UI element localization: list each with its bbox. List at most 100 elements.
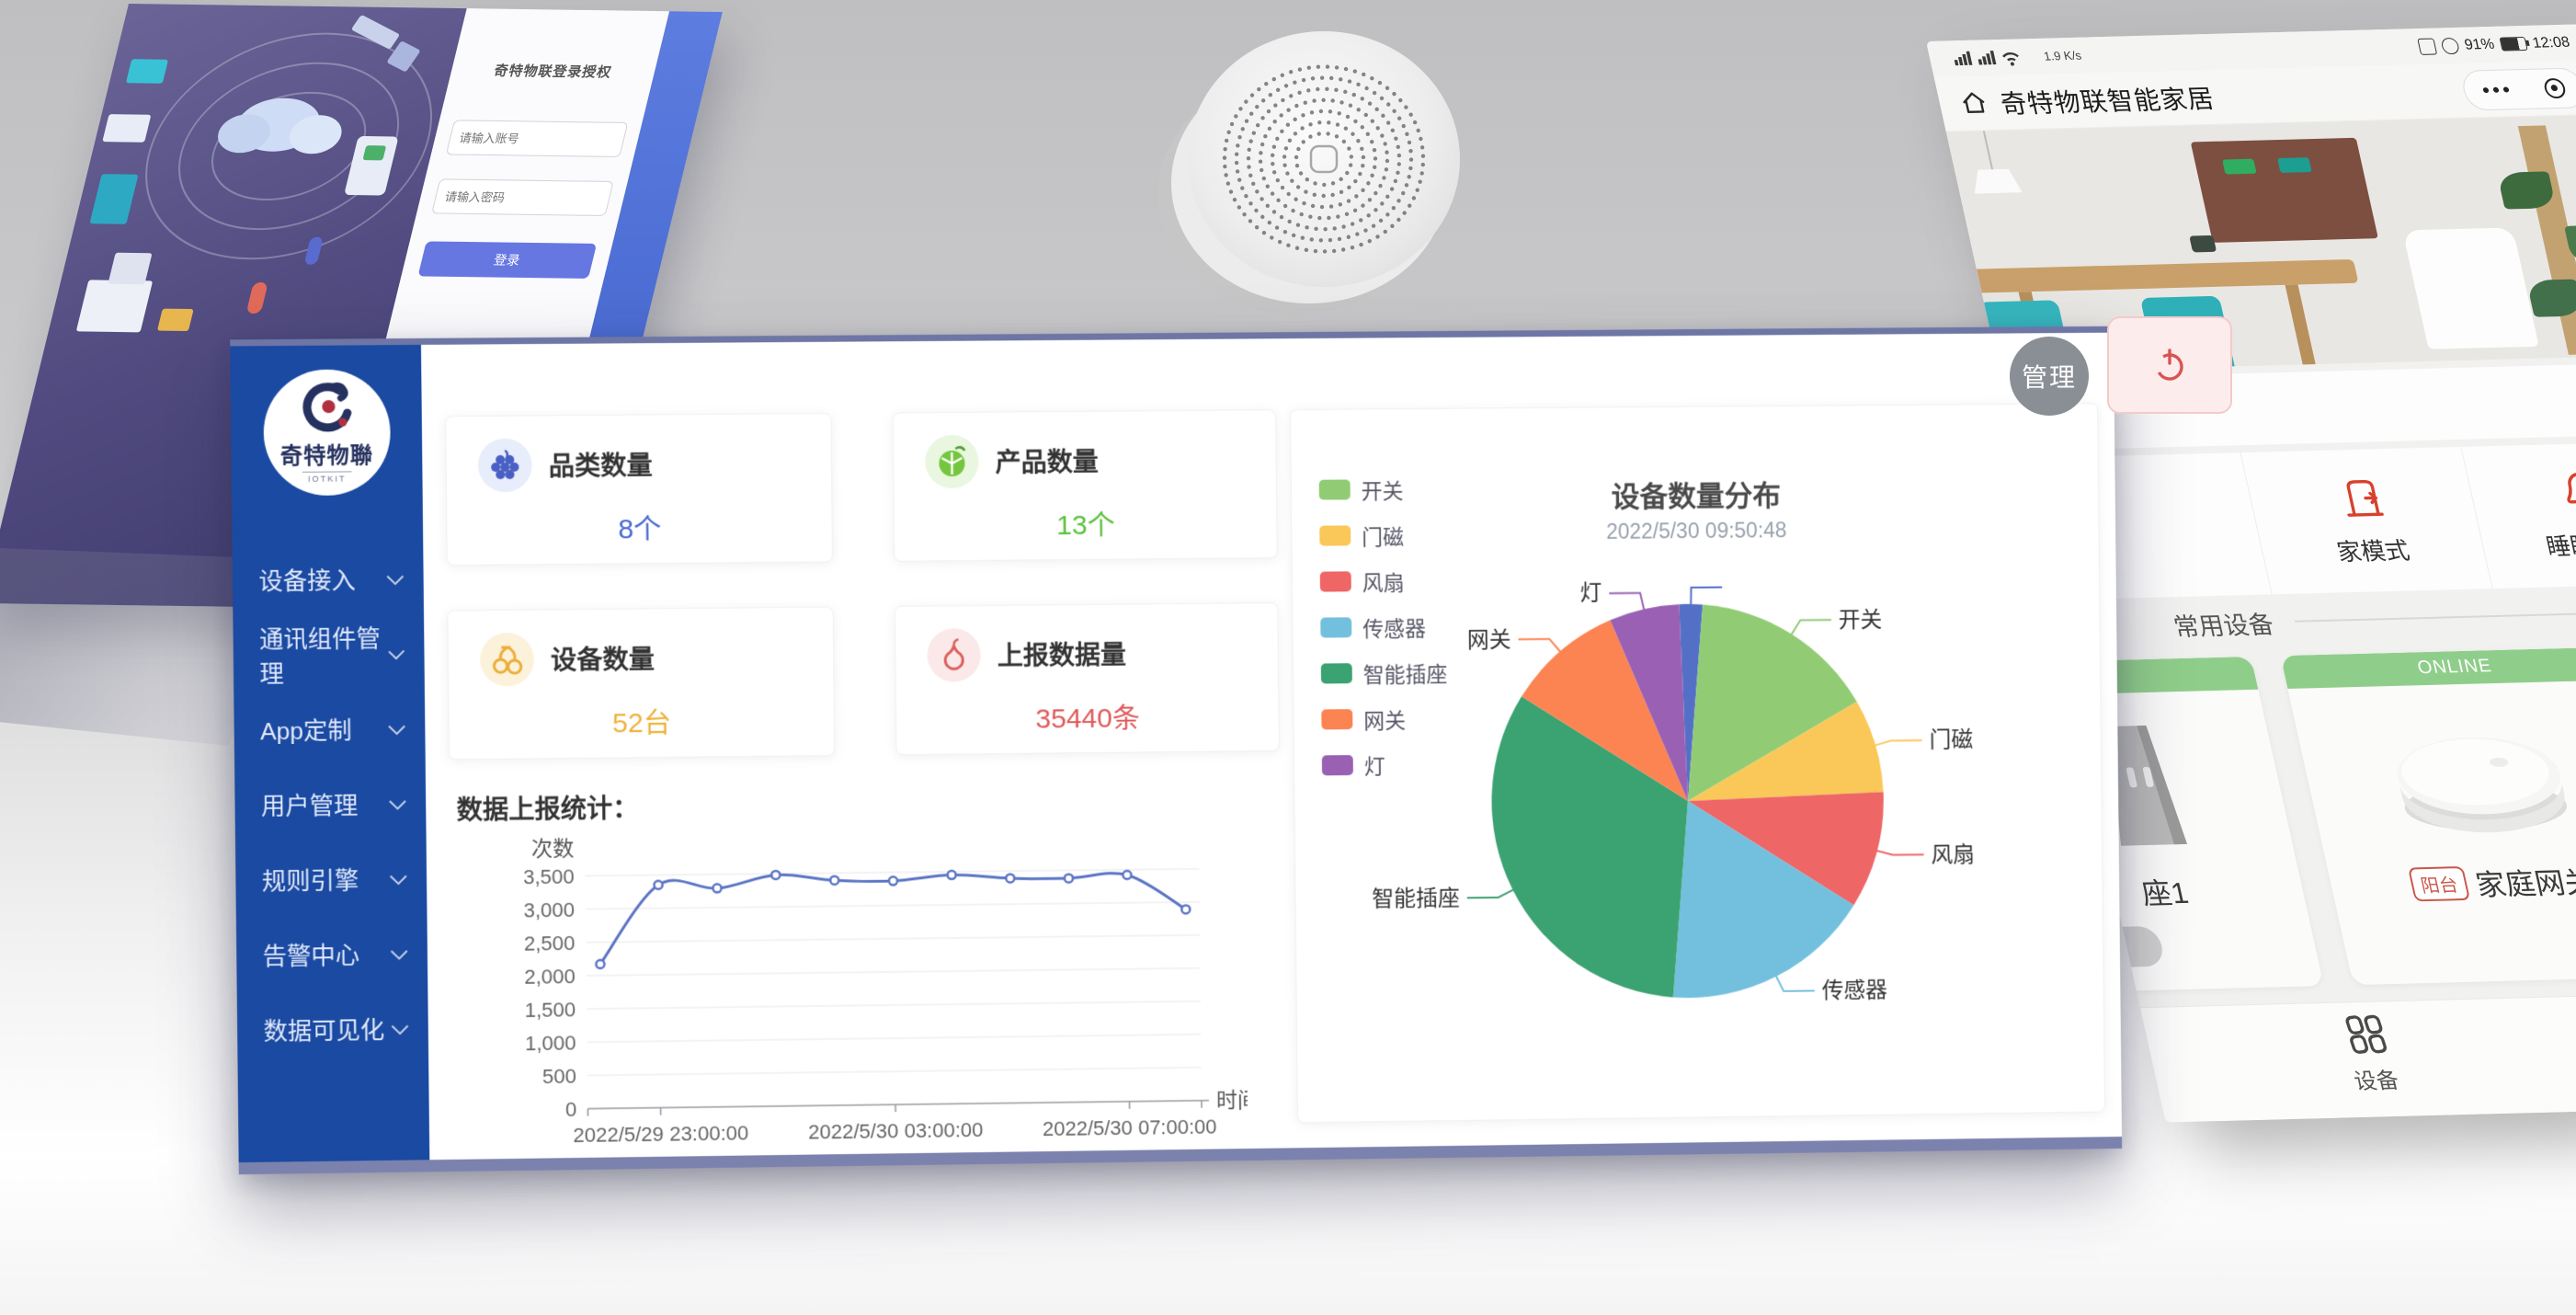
battery-percent: 91% — [2463, 36, 2496, 53]
device-name: 座1 — [2137, 870, 2192, 913]
chevron-down-icon — [387, 568, 405, 586]
tab-devices[interactable]: 设备 — [2261, 1011, 2481, 1097]
miniprogram-capsule — [2459, 67, 2576, 110]
svg-text:次数: 次数 — [531, 836, 575, 861]
report-line-chart: 05001,0001,5002,0002,5003,0003,500次数时间20… — [460, 824, 1248, 1151]
pie-slice-label: 传感器 — [1822, 978, 1887, 1004]
svg-text:2022/5/30 03:00:00: 2022/5/30 03:00:00 — [808, 1118, 984, 1144]
password-input[interactable] — [431, 178, 614, 216]
account-input[interactable] — [445, 120, 628, 157]
power-button[interactable] — [2107, 316, 2232, 414]
grid-icon — [2341, 1012, 2392, 1056]
logo-subtext: IOTKIT — [302, 471, 352, 484]
cup — [2189, 235, 2217, 253]
stat-label: 上报数据量 — [997, 635, 1127, 673]
chevron-down-icon — [392, 1018, 409, 1035]
device-card-gateway[interactable]: ONLINE 阳台 家庭网关 — [2280, 646, 2576, 985]
line-chart-point — [889, 876, 897, 885]
smart-speaker-photo — [1151, 26, 1491, 320]
tab-label: 设备 — [2350, 1062, 2401, 1095]
power-icon — [2149, 345, 2190, 385]
tab-me[interactable]: 我 — [2537, 1003, 2576, 1090]
stat-card-products: 产品数量 13个 — [893, 409, 1278, 562]
line-chart-point — [1065, 875, 1073, 883]
svg-text:2,500: 2,500 — [524, 932, 576, 955]
sidebar-item-6[interactable]: 数据可见化 — [237, 990, 429, 1068]
mode-button-home[interactable]: 家模式 — [2240, 447, 2492, 594]
close-circle-icon[interactable] — [2542, 77, 2567, 97]
more-icon[interactable] — [2482, 86, 2509, 93]
pie-slice-label: 灯 — [1579, 581, 1601, 606]
sidebar-item-3[interactable]: 用户管理 — [234, 766, 427, 843]
sidebar-item-0[interactable]: 设备接入 — [233, 541, 425, 617]
chevron-down-icon — [388, 644, 405, 660]
stat-value: 13个 — [895, 500, 1277, 544]
chevron-down-icon — [388, 718, 405, 736]
status-time: 12:08 — [2531, 34, 2571, 51]
manage-badge[interactable]: 管理 — [2010, 337, 2089, 416]
white-chair — [2402, 227, 2539, 349]
table-top — [1967, 259, 2359, 293]
sidebar-item-5[interactable]: 告警中心 — [236, 916, 428, 993]
person-shape — [246, 282, 268, 314]
section-divider — [2295, 609, 2576, 623]
device-name: 家庭网关 — [2471, 859, 2576, 904]
sidebar-item-2[interactable]: App定制 — [234, 691, 426, 768]
line-chart-point — [1181, 905, 1190, 913]
mode-label: 睡眠模式 — [2543, 526, 2576, 563]
speaker-top — [1188, 31, 1460, 287]
cabinet-bowl — [2277, 157, 2312, 173]
sidebar-item-1[interactable]: 通讯组件管理 — [233, 616, 425, 693]
app-title: 奇特物联智能家居 — [1997, 79, 2218, 121]
line-chart-point — [948, 871, 956, 879]
pear-icon — [927, 628, 981, 682]
cherry-icon — [480, 633, 534, 687]
cabinet — [2191, 138, 2378, 243]
lime-icon — [925, 435, 979, 489]
cabinet-bowl — [2222, 159, 2257, 175]
line-chart-point — [1123, 871, 1131, 879]
mode-label: 家模式 — [2333, 532, 2412, 567]
building-shape — [108, 253, 152, 285]
gateway-illustration — [2356, 695, 2576, 847]
sidebar-item-label: 告警中心 — [262, 937, 359, 973]
svg-text:2,000: 2,000 — [524, 965, 576, 989]
pie-slice-label: 风扇 — [1931, 842, 1975, 867]
net-speed-text: 1.9 K/s — [2043, 50, 2082, 63]
stat-value: 52台 — [449, 698, 834, 742]
pos-screen-shape — [362, 145, 386, 160]
plant-leaf — [2526, 280, 2576, 317]
grapes-icon — [478, 439, 532, 493]
logo-mark-icon — [299, 382, 353, 436]
logo-text: 奇特物聯 — [280, 437, 374, 470]
home-icon[interactable] — [1957, 89, 1991, 118]
chevron-down-icon — [390, 868, 407, 885]
sidebar-item-label: 设备接入 — [258, 562, 356, 597]
login-button[interactable]: 登录 — [417, 241, 597, 279]
stat-value: 35440条 — [896, 693, 1279, 738]
pie-slice-label: 网关 — [1467, 627, 1511, 652]
line-chart-point — [712, 884, 721, 892]
svg-text:2022/5/29 23:00:00: 2022/5/29 23:00:00 — [573, 1121, 748, 1147]
device-pie-chart: 开关门磁风扇传感器智能插座网关灯 — [1291, 404, 2104, 1122]
sidebar-menu: 设备接入通讯组件管理App定制用户管理规则引擎告警中心数据可见化 — [233, 541, 429, 1068]
phone-tab-bar: 设备 我 — [2140, 989, 2576, 1123]
line-chart-point — [830, 876, 838, 885]
sidebar: 奇特物聯 IOTKIT 设备接入通讯组件管理App定制用户管理规则引擎告警中心数… — [230, 345, 429, 1162]
line-chart-point — [596, 960, 604, 968]
alarm-icon — [2440, 37, 2460, 53]
pie-slice-label: 门磁 — [1929, 728, 1973, 753]
pendant-lamp — [1983, 131, 1994, 173]
svg-text:3,500: 3,500 — [523, 865, 575, 889]
chevron-down-icon — [391, 943, 408, 959]
screen-shape — [89, 174, 138, 224]
building-shape — [157, 309, 194, 331]
sidebar-item-label: 通讯组件管理 — [259, 620, 390, 690]
stat-label: 产品数量 — [995, 442, 1099, 480]
sidebar-item-4[interactable]: 规则引擎 — [235, 840, 427, 918]
home-mode-icon — [2332, 474, 2390, 522]
stat-label: 设备数量 — [551, 640, 655, 678]
svg-text:1,500: 1,500 — [525, 998, 576, 1022]
dashboard-content: 品类数量 8个 产品数量 — [421, 333, 2122, 1161]
device-cards-row: 座1 关 ONLINE — [2062, 638, 2576, 1007]
